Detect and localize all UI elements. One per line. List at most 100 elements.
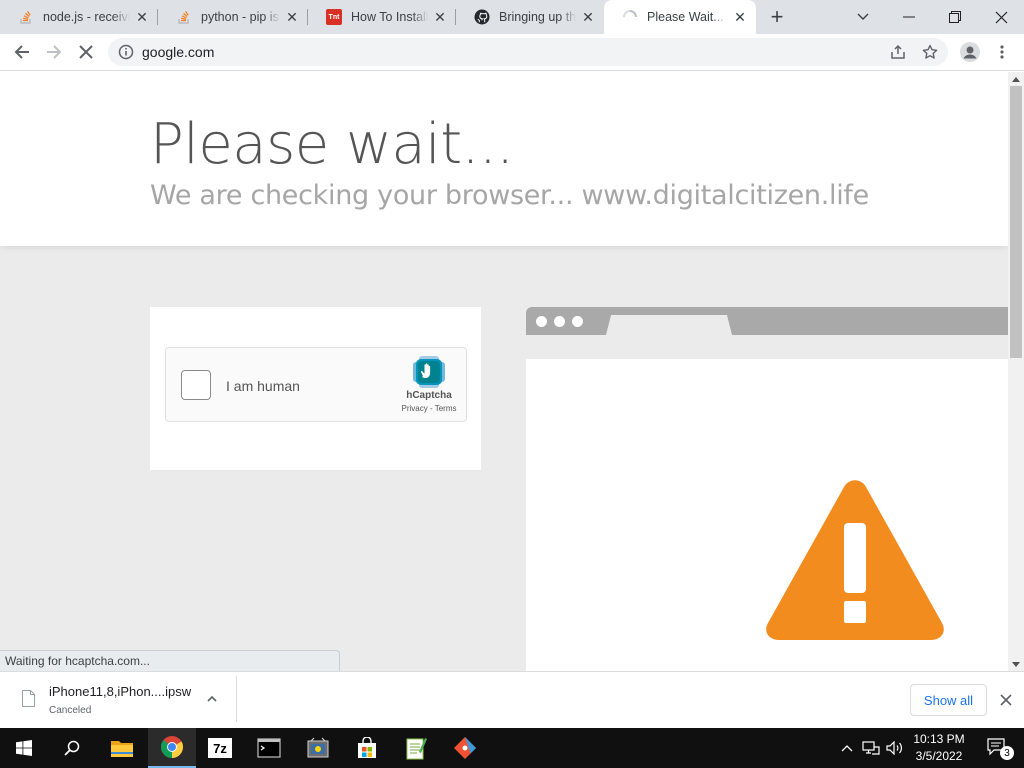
notification-count-badge: 3 xyxy=(1000,746,1014,760)
tab-please-wait[interactable]: Please Wait... | C ✕ xyxy=(604,0,756,34)
notepad-icon xyxy=(406,738,427,760)
stop-icon xyxy=(79,45,93,59)
illustration-body xyxy=(526,359,1008,671)
restore-button[interactable] xyxy=(932,0,978,34)
tab-search-icon[interactable] xyxy=(840,0,886,34)
download-status: Canceled xyxy=(49,705,92,716)
clock-date: 3/5/2022 xyxy=(915,749,963,763)
start-button[interactable] xyxy=(0,728,48,768)
tab-node-js[interactable]: node.js - receiving ✕ xyxy=(0,0,158,34)
hcaptcha-widget: I am human hCaptcha Privacy - Terms xyxy=(165,347,467,422)
forward-button[interactable] xyxy=(40,38,68,66)
stackoverflow-icon xyxy=(18,9,34,25)
profile-button[interactable] xyxy=(956,38,984,66)
close-tab-icon[interactable]: ✕ xyxy=(134,9,150,25)
illustration-toolbar xyxy=(526,335,1008,359)
7zip-icon-text: 7z xyxy=(213,740,227,756)
tab-strip: node.js - receiving ✕ python - pip issue… xyxy=(0,0,1024,34)
download-item[interactable]: iPhone11,8,iPhon....ipsw Canceled xyxy=(0,676,237,722)
volume-button[interactable] xyxy=(884,728,906,768)
scroll-thumb[interactable] xyxy=(1010,86,1022,358)
network-icon xyxy=(862,741,880,755)
action-center-button[interactable]: 3 xyxy=(980,728,1016,768)
avatar-icon xyxy=(960,42,980,62)
illustration-dot xyxy=(536,316,547,327)
tab-how-to-install[interactable]: Tnt How To Install A ✕ xyxy=(308,0,456,34)
close-window-button[interactable] xyxy=(978,0,1024,34)
show-all-downloads-button[interactable]: Show all xyxy=(910,684,987,716)
tab-title: How To Install A xyxy=(351,10,428,24)
chrome-icon xyxy=(160,736,183,758)
hcaptcha-label: I am human xyxy=(226,378,300,394)
chrome-menu-button[interactable] xyxy=(988,38,1016,66)
close-tab-icon[interactable]: ✕ xyxy=(580,9,596,25)
tab-title: node.js - receiving xyxy=(43,10,130,24)
status-bubble: Waiting for hcaptcha.com... xyxy=(0,650,340,671)
stackoverflow-icon xyxy=(176,9,192,25)
loading-spinner-icon xyxy=(622,9,638,25)
tnt-icon: Tnt xyxy=(326,9,342,25)
back-button[interactable] xyxy=(8,38,36,66)
address-bar[interactable]: google.com xyxy=(108,38,948,66)
hcaptcha-checkbox[interactable] xyxy=(181,370,211,400)
taskbar-clock[interactable]: 10:13 PM 3/5/2022 xyxy=(906,731,972,765)
illustration-tab xyxy=(606,315,732,335)
hcaptcha-privacy-terms-links[interactable]: Privacy - Terms xyxy=(392,404,466,413)
scroll-up-icon[interactable] xyxy=(1008,72,1024,86)
taskbar-7zip[interactable]: 7z xyxy=(196,728,244,768)
captcha-card: I am human hCaptcha Privacy - Terms xyxy=(150,307,481,470)
bookmark-star-icon[interactable] xyxy=(922,44,938,60)
close-tab-icon[interactable]: ✕ xyxy=(432,9,448,25)
start-icon xyxy=(16,740,32,756)
url-text[interactable]: google.com xyxy=(142,44,214,60)
page-scrollbar[interactable] xyxy=(1008,72,1024,671)
windows-taskbar: 7z 10:13 PM 3/5/2022 3 xyxy=(0,728,1024,768)
search-icon xyxy=(64,740,80,756)
taskbar-app[interactable] xyxy=(294,728,342,768)
share-icon[interactable] xyxy=(890,44,906,60)
7zip-icon: 7z xyxy=(208,738,232,758)
tab-title: Bringing up the xyxy=(499,10,576,24)
download-filename: iPhone11,8,iPhon....ipsw xyxy=(49,684,192,699)
close-download-shelf-icon[interactable] xyxy=(996,690,1016,710)
chevron-up-icon[interactable] xyxy=(204,691,220,707)
scroll-down-icon[interactable] xyxy=(1008,657,1024,671)
show-hidden-icons-button[interactable] xyxy=(838,728,856,768)
download-shelf: iPhone11,8,iPhon....ipsw Canceled Show a… xyxy=(0,671,1024,728)
new-tab-button[interactable]: + xyxy=(764,4,790,29)
browser-illustration xyxy=(526,307,1008,671)
taskbar-git[interactable] xyxy=(441,728,489,768)
tab-title: Please Wait... | C xyxy=(647,10,728,24)
taskbar-search-button[interactable] xyxy=(48,728,96,768)
taskbar-terminal[interactable] xyxy=(245,728,293,768)
file-explorer-icon xyxy=(111,741,133,757)
tnt-icon-text: Tnt xyxy=(328,13,340,21)
forward-arrow-icon xyxy=(47,45,62,59)
hcaptcha-brand: hCaptcha xyxy=(406,390,452,401)
back-arrow-icon xyxy=(14,45,29,59)
page-viewport: Please wait... We are checking your brow… xyxy=(0,72,1008,671)
close-tab-icon[interactable]: ✕ xyxy=(284,9,300,25)
tab-title: python - pip issue xyxy=(201,10,280,24)
taskbar-file-explorer[interactable] xyxy=(98,728,146,768)
taskbar-store[interactable] xyxy=(343,728,391,768)
terminal-icon xyxy=(257,738,281,758)
tab-bringing-up[interactable]: Bringing up the ✕ xyxy=(456,0,604,34)
page-title: Please wait... xyxy=(150,112,514,177)
github-icon xyxy=(474,9,490,25)
stop-loading-button[interactable] xyxy=(72,38,100,66)
close-tab-icon[interactable]: ✕ xyxy=(732,9,748,25)
app-icon xyxy=(307,737,329,758)
site-info-icon[interactable] xyxy=(118,44,134,60)
git-icon xyxy=(454,737,476,759)
illustration-dot xyxy=(554,316,565,327)
warning-icon xyxy=(766,480,944,640)
taskbar-chrome[interactable] xyxy=(148,728,196,768)
file-icon xyxy=(22,690,35,707)
page-subtitle: We are checking your browser... www.digi… xyxy=(150,180,869,211)
hcaptcha-logo-icon xyxy=(413,356,445,388)
taskbar-notepad[interactable] xyxy=(392,728,440,768)
tab-python-pip[interactable]: python - pip issue ✕ xyxy=(158,0,308,34)
network-button[interactable] xyxy=(860,728,882,768)
minimize-button[interactable] xyxy=(886,0,932,34)
